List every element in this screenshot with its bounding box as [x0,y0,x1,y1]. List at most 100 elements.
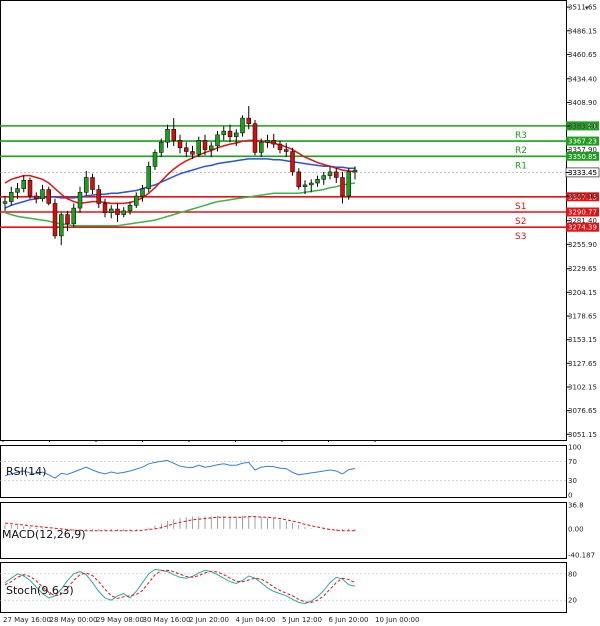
level-name-s3: S3 [515,232,526,242]
candle-body [71,207,76,225]
candle-body [109,208,114,213]
stoch-tick-label: 20 [568,597,577,605]
candle-body [115,208,120,215]
candle-body [102,203,108,213]
y-tick-label: 3460.65 [568,51,597,59]
candle-body [165,128,170,143]
y-tick-label: 3229.65 [568,265,597,273]
y-tick-label: 3383.40 [568,123,597,131]
y-tick-label: 3204.15 [568,289,597,297]
y-tick-label: 3076.65 [568,407,597,415]
rsi-tick-label: 100 [568,444,581,452]
x-tick-label: 29 May 08:00 [96,616,144,624]
macd-tick-label: 36.8 [568,502,584,510]
chart-shift-icon: ▾ [585,4,589,12]
x-tick-label: 10 Jun 00:00 [375,616,419,624]
y-tick-label: 3281.40 [568,217,597,225]
candle-body [27,180,33,197]
indicator-panel-frame [0,445,567,498]
y-tick-label: 3408.90 [568,99,597,107]
macd-tick-label: 0.00 [568,525,584,533]
candle-body [52,203,58,237]
candle-body [315,179,320,184]
level-name-r1: R1 [515,161,527,171]
stoch-label: Stoch(9,6,3) [6,584,74,597]
level-name-r2: R2 [515,146,527,156]
candle-body [196,140,201,155]
candle-body [296,171,301,187]
candle-body [215,134,220,147]
y-tick-label: 3051.15 [568,431,597,439]
candle-body [65,214,70,225]
rsi-tick-label: 70 [568,458,577,466]
candle-body [15,188,20,193]
candle-body [34,195,39,200]
main-panel-frame [0,0,567,441]
candle-body [321,175,326,180]
candle-body [284,149,289,152]
candle-body [46,189,51,204]
candle-body [159,141,164,153]
candle-body [352,169,358,173]
candle-body [290,151,295,173]
y-tick-label: 3102.15 [568,383,597,391]
y-tick-label: 3153.15 [568,336,597,344]
candle-body [171,128,176,141]
indicator-panels: 100 70 30 0 RSI(14) 36.8 0.00 -40.187 MACD(12,26… [0,444,595,605]
level-price-label: 3290.77 [568,209,597,217]
candle-body [246,117,251,124]
x-tick-label: 27 May 16:00 [3,616,51,624]
x-tick-label: 5 Jun 12:00 [282,616,322,624]
y-tick-label: 3434.40 [568,75,597,83]
candle-body [184,147,189,152]
candle-body [302,184,308,187]
candle-body [334,171,339,178]
candle-body [271,140,276,145]
y-tick-label: 3486.15 [568,27,597,35]
candle-body [121,210,126,215]
rsi-tick-label: 0 [568,492,572,500]
y-tick-label: 3178.65 [568,313,597,321]
candle-body [59,214,64,237]
macd-label: MACD(12,26,9) [2,528,86,541]
level-name-s2: S2 [515,217,526,227]
candle-body [202,140,208,150]
candle-body [21,180,26,189]
candle-body [277,143,283,150]
macd-tick-label: -40.187 [568,552,595,560]
candle-body [77,192,83,209]
x-tick-label: 6 Jun 20:00 [329,616,369,624]
candle-body [227,130,233,137]
candle-body [327,171,333,176]
y-tick-label: 3357.90 [568,146,597,154]
rsi-tick-label: 30 [568,477,577,485]
rsi-line [4,459,356,479]
candle-body [152,152,158,167]
x-tick-label: 28 May 00:00 [50,616,98,624]
candle-body [84,177,89,193]
stoch-tick-label: 80 [568,570,577,578]
y-tick-label: 3127.65 [568,360,597,368]
candle-body [177,140,183,149]
x-tick-label: 2 Jun 20:00 [189,616,229,624]
level-price-label: 3367.23 [568,138,597,146]
candle-body [127,205,133,212]
y-tick-label: 3307.90 [568,193,597,201]
candle-body [259,141,264,153]
candle-body [96,189,101,204]
indicator-panel-frame [0,562,567,613]
candle-body [252,123,258,153]
level-name-s1: S1 [515,202,526,212]
blue-moving-average [4,158,355,209]
candle-body [209,145,214,150]
candle-body [265,140,270,143]
y-tick-label: 3511.65 [568,4,597,12]
level-name-r3: R3 [515,131,527,141]
candle-body [2,201,8,204]
x-tick-label: 30 May 16:00 [143,616,191,624]
candle-body [221,130,226,136]
chart-svg: R33383.61R23367.23R13350.85S13307.15S232… [0,0,600,624]
candle-body [346,171,351,197]
candle-body [234,132,239,137]
x-tick-label: 4 Jun 04:00 [236,616,276,624]
